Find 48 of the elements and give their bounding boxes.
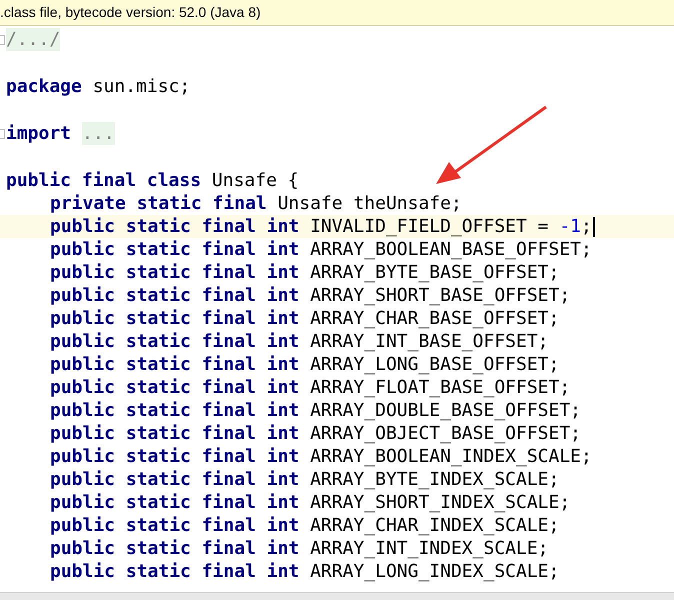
fold-marker-icon[interactable] [0, 129, 5, 139]
code-text: sun.misc; [92, 75, 190, 98]
keyword: public static final int [50, 422, 300, 445]
code-text: INVALID_FIELD_OFFSET = [309, 215, 550, 238]
keyword: public static final int [50, 468, 300, 491]
code-text: Unsafe { [210, 169, 299, 192]
code-text: ARRAY_INT_INDEX_SCALE; [309, 537, 548, 560]
code-text: Unsafe theUnsafe; [276, 192, 462, 215]
code-text: ARRAY_INT_BASE_OFFSET; [309, 330, 548, 353]
keyword: private static final [50, 192, 267, 215]
keyword: package [6, 75, 82, 98]
keyword: public static final int [50, 537, 300, 560]
folded-code: ... [82, 122, 115, 145]
code-text: ARRAY_DOUBLE_BASE_OFFSET; [309, 399, 582, 422]
code-text: ARRAY_FLOAT_BASE_OFFSET; [309, 376, 570, 399]
code-text: ARRAY_BOOLEAN_INDEX_SCALE; [309, 445, 592, 468]
keyword: public static final int [50, 376, 300, 399]
keyword: public static final int [50, 330, 300, 353]
code-text: ; [581, 215, 592, 238]
keyword: public static final int [50, 491, 300, 514]
keyword: public static final int [50, 445, 300, 468]
code-text: ARRAY_BYTE_BASE_OFFSET; [309, 261, 560, 284]
keyword: import [6, 122, 72, 145]
keyword: public static final int [50, 238, 300, 261]
keyword: public final class [6, 169, 202, 192]
code-text: ARRAY_LONG_INDEX_SCALE; [309, 560, 560, 583]
code-text: ARRAY_SHORT_BASE_OFFSET; [309, 284, 570, 307]
code-text: ARRAY_SHORT_INDEX_SCALE; [309, 491, 570, 514]
keyword: public static final int [50, 215, 300, 238]
keyword: public static final int [50, 261, 300, 284]
keyword: public static final int [50, 399, 300, 422]
code-text: ARRAY_CHAR_INDEX_SCALE; [309, 514, 560, 537]
code-text: ARRAY_BYTE_INDEX_SCALE; [309, 468, 560, 491]
keyword: public static final int [50, 560, 300, 583]
code-text: ARRAY_LONG_BASE_OFFSET; [309, 353, 560, 376]
banner-text: .class file, bytecode version: 52.0 (Java 8) [0, 3, 261, 22]
code-text: ARRAY_OBJECT_BASE_OFFSET; [309, 422, 582, 445]
fold-marker-icon[interactable] [0, 35, 5, 45]
code-text: ARRAY_CHAR_BASE_OFFSET; [309, 307, 560, 330]
code-text: ARRAY_BOOLEAN_BASE_OFFSET; [309, 238, 592, 261]
keyword: public static final int [50, 514, 300, 537]
horizontal-scrollbar[interactable] [0, 592, 674, 600]
keyword: public static final int [50, 353, 300, 376]
text-cursor [592, 216, 595, 236]
keyword: public static final int [50, 284, 300, 307]
keyword: public static final int [50, 307, 300, 330]
folded-code: /.../ [6, 28, 60, 51]
number-literal: -1 [559, 215, 582, 238]
